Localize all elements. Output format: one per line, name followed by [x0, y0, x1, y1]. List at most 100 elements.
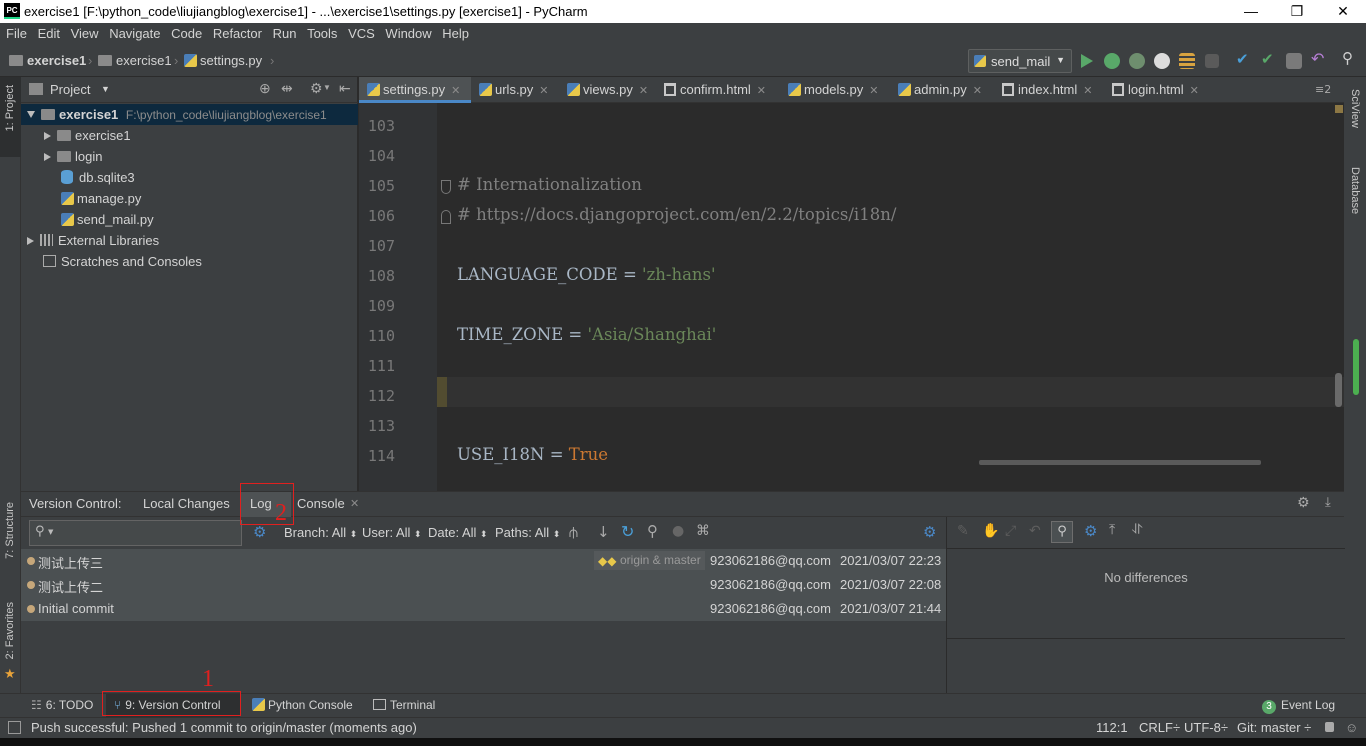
caret-position[interactable]: 112:1 [1096, 720, 1128, 735]
cherry-pick-icon[interactable]: ● [672, 523, 684, 539]
tab-confirm-html[interactable]: confirm.html ✕ [656, 77, 780, 103]
search-everywhere-icon[interactable]: ⚲ [1342, 49, 1358, 67]
close-tab-icon[interactable]: ✕ [539, 85, 548, 97]
hide-panel-icon[interactable]: ⇤ [339, 80, 351, 97]
menu-vcs[interactable]: VCS [342, 23, 375, 41]
close-tab-icon[interactable]: ✕ [973, 85, 982, 97]
commit-row[interactable]: 测试上传二 923062186@qq.com 2021/03/07 22:08 [21, 573, 946, 597]
expand-all-icon[interactable]: ⤒ [1109, 522, 1115, 538]
breadcrumb-project[interactable]: exercise1 [9, 53, 86, 68]
tree-item-exercise1[interactable]: exercise1 [44, 125, 131, 146]
tab-admin-py[interactable]: admin.py ✕ [890, 77, 994, 103]
log-search-input[interactable]: ⚲ ▼ [29, 520, 242, 546]
tree-item-login[interactable]: login [44, 146, 102, 167]
tree-item-send-mail-py[interactable]: send_mail.py [61, 209, 154, 230]
minimize-button[interactable]: — [1228, 0, 1274, 23]
settings-gear-icon[interactable]: ⚙ [253, 523, 266, 541]
branch-filter[interactable]: Branch: All ⬍ [284, 525, 357, 540]
chevron-down-icon[interactable]: ▼ [101, 84, 110, 94]
settings-gear-icon[interactable]: ⚙ [1297, 495, 1310, 511]
paths-filter[interactable]: Paths: All ⬍ [495, 525, 560, 540]
close-tab-icon[interactable]: ✕ [869, 85, 878, 97]
collapse-all-icon[interactable]: ⇹ [281, 80, 293, 97]
menu-edit[interactable]: Edit [32, 23, 60, 41]
project-view-selector[interactable]: Project [50, 82, 90, 97]
git-branch-select[interactable]: Git: master ÷ [1237, 720, 1311, 735]
search-icon[interactable]: ⚲ [647, 522, 658, 540]
run-icon[interactable] [1081, 54, 1093, 68]
run-configuration-select[interactable]: send_mail ▼ [968, 49, 1072, 73]
menu-navigate[interactable]: Navigate [103, 23, 160, 41]
tab-login-html[interactable]: login.html ✕ [1104, 77, 1204, 103]
menu-refactor[interactable]: Refactor [207, 23, 262, 41]
chevron-down-icon[interactable]: ▼ [323, 83, 331, 92]
preview-diff-toggle-icon[interactable]: ⚲ [1051, 521, 1073, 543]
inspector-icon[interactable]: ☺ [1345, 720, 1358, 735]
tab-views-py[interactable]: views.py ✕ [559, 77, 656, 103]
profile-icon[interactable] [1154, 53, 1170, 69]
close-button[interactable]: ✕ [1320, 0, 1366, 23]
menu-code[interactable]: Code [165, 23, 202, 41]
hide-panel-icon[interactable]: ⤓ [1325, 495, 1331, 510]
tab-console[interactable]: Console [297, 496, 345, 511]
tree-item-manage-py[interactable]: manage.py [61, 188, 141, 209]
restore-button[interactable]: ❐ [1274, 0, 1320, 23]
tab-urls-py[interactable]: urls.py ✕ [471, 77, 559, 103]
tab-local-changes[interactable]: Local Changes [143, 496, 230, 511]
project-tool-tab[interactable]: 1: Project [0, 77, 21, 157]
user-filter[interactable]: User: All ⬍ [362, 525, 422, 540]
debug-icon[interactable] [1104, 53, 1120, 69]
tree-item-scratches[interactable]: Scratches and Consoles [43, 251, 202, 272]
python-console-tool-tab[interactable]: Python Console [252, 698, 353, 712]
close-tab-icon[interactable]: ✕ [451, 85, 460, 97]
todo-tool-tab[interactable]: ☷ 6: TODO [31, 698, 93, 712]
close-tab-icon[interactable]: ✕ [639, 85, 648, 97]
undo-icon[interactable]: ↶ [1029, 523, 1041, 539]
tree-item-external-libraries[interactable]: External Libraries [27, 230, 159, 251]
show-diff-icon[interactable]: ⤢ [1005, 523, 1016, 539]
commit-row[interactable]: 测试上传三 ◆◆ origin & master 923062186@qq.co… [21, 549, 946, 573]
breadcrumb-folder[interactable]: exercise1 [98, 53, 172, 68]
terminal-tool-tab[interactable]: Terminal [373, 698, 435, 712]
tab-index-html[interactable]: index.html ✕ [994, 77, 1104, 103]
tree-item-project-root[interactable]: exercise1 F:\python_code\liujiangblog\ex… [21, 104, 358, 125]
tool-windows-toggle-icon[interactable] [8, 721, 21, 734]
commit-row[interactable]: Initial commit 923062186@qq.com 2021/03/… [21, 597, 946, 621]
menu-run[interactable]: Run [267, 23, 297, 41]
close-tab-icon[interactable]: ✕ [350, 497, 359, 510]
edit-source-icon[interactable]: ✎ [957, 523, 969, 539]
go-to-hash-icon[interactable]: ↓ [597, 523, 610, 541]
coverage-icon[interactable] [1129, 53, 1145, 69]
event-log-tool-tab[interactable]: 3 Event Log [1262, 698, 1335, 714]
tree-item-db-sqlite3[interactable]: db.sqlite3 [61, 167, 135, 188]
status-message[interactable]: Push successful: Pushed 1 commit to orig… [31, 720, 417, 735]
tab-models-py[interactable]: models.py ✕ [780, 77, 890, 103]
build-icon[interactable] [1179, 53, 1195, 69]
graph-options-icon[interactable]: ⫛ [569, 523, 578, 541]
encoding-select[interactable]: UTF-8÷ [1184, 720, 1228, 735]
database-tool-tab[interactable]: Database [1349, 167, 1361, 214]
stop-icon[interactable] [1205, 54, 1219, 68]
breadcrumb-file[interactable]: settings.py [184, 53, 262, 68]
structure-tool-tab[interactable]: 7: Structure [4, 502, 16, 559]
menu-file[interactable]: File [0, 23, 27, 41]
refresh-icon[interactable]: ↻ [621, 522, 634, 541]
close-tab-icon[interactable]: ✕ [1190, 85, 1199, 97]
settings-gear-icon[interactable]: ⚙ [1084, 522, 1097, 540]
vcs-history-icon[interactable] [1286, 53, 1302, 69]
tab-settings-py[interactable]: settings.py ✕ [359, 77, 471, 103]
collapse-all-icon[interactable]: ⥯ [1132, 522, 1142, 538]
menu-window[interactable]: Window [379, 23, 431, 41]
close-tab-icon[interactable]: ✕ [757, 85, 766, 97]
favorites-tool-tab[interactable]: 2: Favorites [4, 602, 16, 659]
close-tab-icon[interactable]: ✕ [1083, 85, 1092, 97]
fold-marker-icon[interactable] [441, 210, 451, 224]
rollback-icon[interactable]: ↶ [1311, 49, 1327, 68]
date-filter[interactable]: Date: All ⬍ [428, 525, 488, 540]
vcs-update-icon[interactable]: ✔ [1236, 50, 1252, 68]
vertical-scrollbar[interactable] [1335, 373, 1342, 407]
settings-gear-icon[interactable]: ⚙ [310, 80, 323, 97]
settings-gear-icon[interactable]: ⚙ [923, 523, 936, 541]
line-separator-select[interactable]: CRLF÷ [1139, 720, 1180, 735]
locate-file-icon[interactable]: ⊕ [259, 80, 271, 97]
